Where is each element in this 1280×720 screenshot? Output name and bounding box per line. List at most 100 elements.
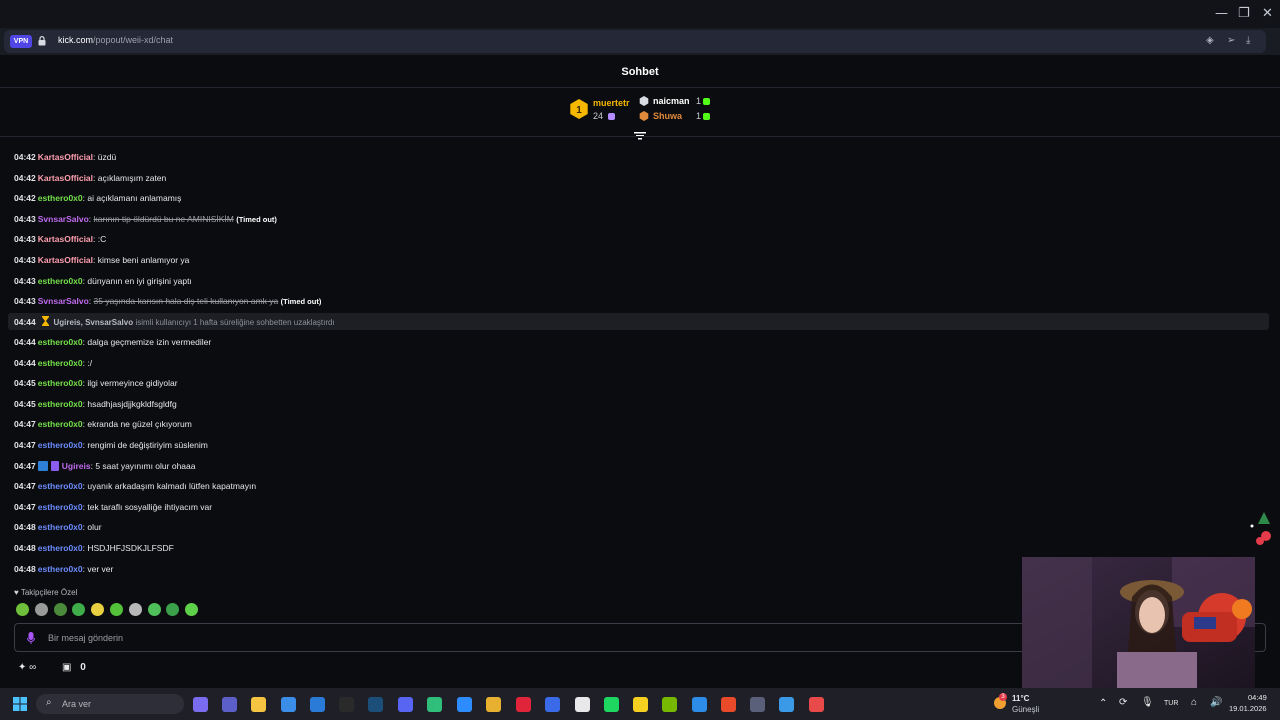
epic-games-icon[interactable] — [339, 697, 354, 712]
app-icon[interactable] — [545, 697, 560, 712]
opera-gx-icon[interactable] — [516, 697, 531, 712]
leaderboard-first-name[interactable]: muertetr — [593, 98, 630, 108]
message-text: ilgi vermeyince gidiyolar — [87, 378, 178, 389]
message-username[interactable]: esthero0x0 — [38, 276, 83, 286]
message-username[interactable]: esthero0x0 — [38, 564, 83, 574]
teams-icon[interactable] — [222, 697, 237, 712]
taskbar-search[interactable]: ⌕ Ara ver — [36, 694, 184, 714]
download-icon[interactable]: ⤓ — [1246, 35, 1250, 46]
emote-icon[interactable] — [34, 603, 48, 616]
message-text: üzdü — [97, 152, 117, 162]
clock-time[interactable]: 04:49 — [1248, 693, 1267, 702]
webcam-image — [1022, 557, 1255, 688]
points-button[interactable]: ✦ ∞ — [18, 662, 36, 673]
message-time: 04:42 — [14, 152, 36, 162]
windows-start-icon[interactable] — [13, 697, 27, 711]
message-username[interactable]: esthero0x0 — [38, 378, 83, 388]
gift-store-button[interactable]: ▣ 0 — [62, 662, 86, 673]
divider — [0, 87, 1280, 88]
message-text: :/ — [87, 357, 93, 368]
chevron-up-icon[interactable]: ⌃ — [1099, 698, 1107, 709]
weather-desc: Güneşli — [1012, 705, 1040, 714]
close-icon[interactable]: ✕ — [1262, 6, 1273, 21]
obs-icon[interactable] — [750, 697, 765, 712]
leaderboard-third-name[interactable]: Shuwa — [653, 111, 682, 121]
emote-picker-icon[interactable] — [27, 632, 35, 644]
message-username[interactable]: Ugireis — [62, 461, 91, 471]
steam-icon[interactable] — [368, 697, 383, 712]
language-indicator[interactable]: TUR — [1164, 700, 1178, 707]
message-username[interactable]: esthero0x0 — [38, 358, 83, 368]
emote-icon[interactable] — [128, 603, 142, 616]
message-username[interactable]: SvnsarSalvo — [38, 214, 89, 224]
gold-rank-icon: 1 — [570, 99, 588, 119]
message-username[interactable]: KartasOfficial — [38, 234, 93, 244]
emote-icon[interactable] — [110, 603, 123, 616]
emote-icon[interactable] — [185, 603, 199, 616]
mail-icon[interactable] — [310, 697, 325, 712]
vpn-badge[interactable]: VPN — [10, 35, 32, 48]
lock-icon — [38, 36, 46, 46]
photos-icon[interactable] — [779, 697, 794, 712]
chat-message: 04:43 KartasOfficial: :C — [14, 234, 107, 245]
message-username[interactable]: esthero0x0 — [38, 543, 83, 553]
message-time: 04:48 — [14, 563, 36, 574]
game-icon[interactable] — [721, 697, 736, 712]
emote-icon[interactable] — [147, 603, 161, 616]
chat-page: Sohbet 1 muertetr 24 naicman 1 Shuwa 1 0… — [0, 55, 1280, 688]
microphone-icon[interactable]: 🎙 — [1141, 697, 1154, 708]
message-text: 5 saat yayınımı olur ohaaa — [95, 460, 196, 471]
discord-icon[interactable] — [398, 697, 413, 712]
message-time: 04:47 — [14, 419, 36, 430]
message-time: 04:42 — [14, 193, 36, 204]
emote-icon[interactable] — [166, 603, 180, 616]
send-icon[interactable]: ➢ — [1227, 35, 1235, 46]
url-field[interactable]: VPN kick.com/popout/weii-xd/chat ◈ ➢ ⤓ — [4, 30, 1266, 53]
store-icon[interactable] — [281, 697, 296, 712]
sync-icon[interactable]: ⟳ — [1119, 697, 1127, 708]
emote-icon[interactable] — [72, 603, 86, 616]
message-username[interactable]: esthero0x0 — [38, 193, 83, 203]
volume-icon[interactable]: 🔊 — [1210, 697, 1222, 708]
emote-icon[interactable] — [53, 603, 67, 616]
app-icon[interactable] — [809, 697, 824, 712]
timed-out-label: (Timed out) — [236, 214, 277, 224]
message-username[interactable]: SvnsarSalvo — [38, 296, 89, 306]
message-username[interactable]: esthero0x0 — [38, 522, 83, 532]
emote-icon[interactable] — [16, 603, 29, 616]
copilot-icon[interactable] — [193, 697, 208, 712]
shield-icon[interactable]: ◈ — [1206, 35, 1214, 46]
steam-client-icon[interactable] — [575, 697, 590, 712]
emote-icon[interactable] — [91, 603, 105, 616]
file-explorer-icon[interactable] — [251, 697, 266, 712]
message-username[interactable]: esthero0x0 — [38, 399, 83, 409]
minimize-icon[interactable]: — — [1215, 6, 1228, 21]
app-icon[interactable] — [427, 697, 442, 712]
clock-date[interactable]: 19.01.2026 — [1229, 704, 1267, 713]
app-icon[interactable] — [692, 697, 707, 712]
message-username[interactable]: esthero0x0 — [38, 502, 83, 512]
taskbar: ⌕ Ara ver 3 11°C Güneşli ⌃ ⟳ 🎙 TUR ⌂ 🔊 0… — [0, 688, 1280, 720]
spotify-icon[interactable] — [604, 697, 619, 712]
message-text: hsadhjasjdjjkgkldfsgldfg — [87, 398, 177, 409]
message-username[interactable]: esthero0x0 — [38, 419, 83, 429]
nvidia-icon[interactable] — [662, 697, 677, 712]
moderation-users[interactable]: Ugireis, SvnsarSalvo — [54, 318, 134, 327]
sticky-notes-icon[interactable] — [633, 697, 648, 712]
message-text: ai açıklamanı anlamamış — [87, 193, 182, 204]
message-username[interactable]: esthero0x0 — [38, 481, 83, 491]
chat-message: 04:43 SvnsarSalvo: 35 yaşında karısın hal… — [14, 296, 322, 307]
message-username[interactable]: esthero0x0 — [38, 337, 83, 347]
chrome-icon[interactable] — [486, 697, 501, 712]
message-time: 04:43 — [14, 213, 36, 224]
restore-icon[interactable]: ❐ — [1238, 6, 1250, 21]
network-icon[interactable]: ⌂ — [1191, 697, 1197, 708]
message-username[interactable]: KartasOfficial — [38, 255, 93, 265]
leaderboard-second-name[interactable]: naicman — [653, 96, 690, 106]
zoom-icon[interactable] — [457, 697, 472, 712]
message-username[interactable]: KartasOfficial — [38, 152, 93, 162]
chat-message: 04:47 esthero0x0: tek taraflı sosyalliğe … — [14, 501, 213, 512]
message-username[interactable]: esthero0x0 — [38, 440, 83, 450]
message-username[interactable]: KartasOfficial — [38, 173, 93, 183]
message-text: uyanık arkadaşım kalmadı lütfen kapatmay… — [87, 481, 257, 492]
